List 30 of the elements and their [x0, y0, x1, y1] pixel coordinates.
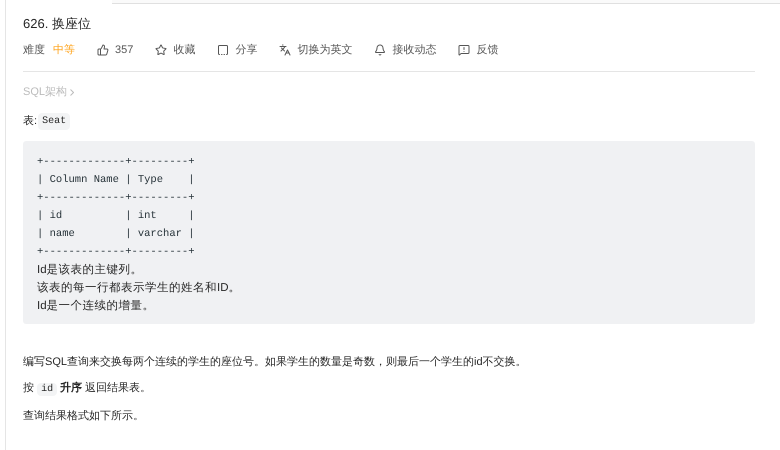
star-icon — [155, 44, 168, 56]
feedback-button[interactable]: 反馈 — [458, 43, 498, 57]
translate-button[interactable]: 切换为英文 — [279, 43, 352, 57]
share-button[interactable]: 分享 — [217, 43, 258, 57]
schema-line: | Column Name | Type | — [37, 172, 195, 188]
description-paragraph: 编写SQL查询来交换每两个连续的学生的座位号。如果学生的数量是奇数，则最后一个学生的id不交换。 — [23, 354, 527, 370]
table-label: 表: — [23, 114, 38, 129]
difficulty-value: 中等 — [53, 43, 75, 57]
schema-line: +-------------+---------+ — [37, 190, 195, 206]
problem-title: 626. 换座位 — [23, 15, 92, 33]
schema-line: +-------------+---------+ — [37, 154, 195, 170]
schema-note: 该表的每一行都表示学生的姓名和ID。 — [37, 280, 240, 296]
schema-line: | name | varchar | — [37, 226, 195, 242]
schema-line: +-------------+---------+ — [37, 244, 195, 260]
description-paragraph: 查询结果格式如下所示。 — [23, 408, 144, 424]
description-paragraph: 按 id 升序 返回结果表。 — [23, 380, 152, 398]
table-name-code: Seat — [38, 112, 70, 130]
difficulty-label: 难度 — [23, 43, 45, 57]
like-button[interactable]: 357 — [97, 43, 134, 57]
notify-button[interactable]: 接收动态 — [374, 43, 436, 57]
share-icon — [217, 44, 230, 56]
favorite-button[interactable]: 收藏 — [155, 43, 196, 57]
schema-line: | id | int | — [37, 208, 195, 224]
thumbs-up-icon — [97, 44, 109, 56]
schema-note: Id是一个连续的增量。 — [37, 298, 155, 314]
bell-icon — [374, 44, 386, 56]
schema-note: Id是该表的主键列。 — [37, 262, 143, 278]
feedback-icon — [458, 44, 470, 56]
chevron-icon — [70, 88, 74, 96]
translate-icon — [279, 44, 292, 56]
